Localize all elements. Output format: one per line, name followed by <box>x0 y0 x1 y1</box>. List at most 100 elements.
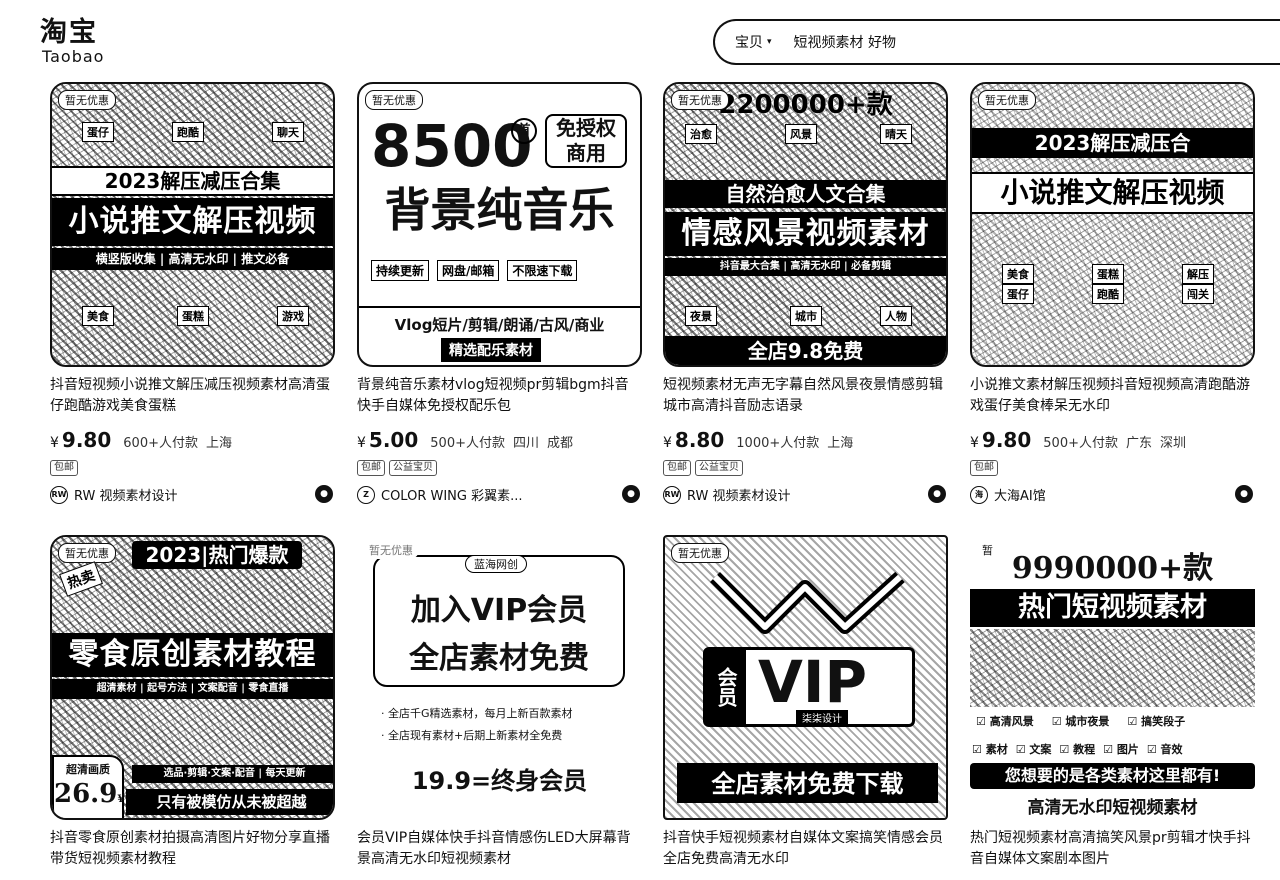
product-title[interactable]: 小说推文素材解压视频抖音短视频高清跑酷游戏蛋仔美食棒呆无水印 <box>970 375 1255 417</box>
thumb-badge: 网盘/邮箱 <box>437 260 500 281</box>
product-thumbnail[interactable]: 暂无优惠 8500 首 免授权商用 背景纯音乐 持续更新 网盘/邮箱 不限速下载… <box>357 82 642 367</box>
thumb-label: 美食 <box>82 306 114 326</box>
product-title[interactable]: 热门短视频素材高清搞笑风景pr剪辑才快手抖音自媒体文案剧本图片 <box>970 828 1255 870</box>
product-thumbnail[interactable]: 暂无优惠 蓝海网创 加入VIP会员 全店素材免费 · 全店千G精选素材，每月上新… <box>357 535 642 820</box>
tag: 包邮 <box>663 460 691 476</box>
thumb-headline: 小说推文解压视频 <box>972 172 1253 214</box>
product-thumbnail[interactable]: 暂无优惠 蛋仔 跑酷 聊天 2023解压减压合集 小说推文解压视频 横竖版收集 … <box>50 82 335 367</box>
logo-chinese: 淘宝 <box>40 17 98 48</box>
thumb-vip-box: 蓝海网创 加入VIP会员 全店素材免费 <box>373 555 625 687</box>
thumb-label: 跑酷 <box>172 122 204 142</box>
yen-symbol: ¥ <box>117 794 125 805</box>
thumb-check: ☑ 素材 <box>972 743 1008 756</box>
yen-symbol: ¥ <box>663 435 672 451</box>
thumb-badge: 不限速下载 <box>507 260 578 281</box>
price-row: ¥ 9.80 600+人付款 上海 <box>50 428 240 452</box>
thumb-checks2: ☑ 素材 ☑ 文案 ☑ 教程 ☑ 图片 ☑ 音效 <box>972 741 1183 757</box>
crown-icon <box>710 571 905 634</box>
thumb-check: 美食 <box>1002 264 1034 284</box>
tag: 公益宝贝 <box>695 460 743 476</box>
product-thumbnail[interactable]: 暂无优惠 2200000+款 治愈 风景 晴天 自然治愈人文合集 情感风景视频素… <box>663 82 948 367</box>
taobao-logo[interactable]: 淘宝 Taobao <box>40 18 120 66</box>
chat-icon[interactable]: ● <box>928 485 946 503</box>
product-thumbnail[interactable]: 暂无优惠 会员 VIP 柒柒设计 全店素材免费下载 <box>663 535 948 820</box>
thumb-design: 柒柒设计 <box>796 710 848 725</box>
chevron-down-icon: ▾ <box>767 37 772 47</box>
product-thumbnail[interactable]: 暂无优惠 2023解压减压合 小说推文解压视频 美食 蛋糕 解压 蛋仔 跑酷 闯… <box>970 82 1255 367</box>
search-type-dropdown[interactable]: 宝贝 ▾ <box>735 32 772 52</box>
tag-list: 包邮 <box>970 460 998 476</box>
thumb-vip-box: 会员 VIP 柒柒设计 <box>703 647 915 727</box>
yen-symbol: ¥ <box>357 435 366 451</box>
location: 四川 <box>513 436 540 451</box>
thumb-footer: 全店9.8免费 <box>665 336 946 365</box>
thumb-label: 人物 <box>880 306 912 326</box>
shop-logo-icon: RW <box>50 485 68 504</box>
location: 深圳 <box>1160 436 1187 451</box>
thumb-slogan: 您想要的是各类素材这里都有! <box>970 763 1255 789</box>
thumb-brand: 蓝海网创 <box>465 555 527 573</box>
promo-badge: 暂无优惠 <box>671 90 729 110</box>
thumb-check: 蛋仔 <box>1002 284 1034 304</box>
product-title[interactable]: 抖音短视频小说推文解压减压视频素材高清蛋仔跑酷游戏美食蛋糕 <box>50 375 335 417</box>
thumb-check: 跑酷 <box>1092 284 1124 304</box>
product-title[interactable]: 背景纯音乐素材vlog短视频pr剪辑bgm抖音快手自媒体免授权配乐包 <box>357 375 642 417</box>
thumb-footer: 精选配乐素材 <box>441 338 541 362</box>
thumb-check: ☑ 图片 <box>1103 743 1139 756</box>
chat-icon[interactable]: ● <box>622 485 640 503</box>
promo-badge: 暂 <box>976 541 999 559</box>
thumb-headline: 小说推文解压视频 <box>52 198 333 246</box>
shop-logo-icon: Z <box>357 485 375 504</box>
thumb-label: 游戏 <box>277 306 309 326</box>
yen-symbol: ¥ <box>50 435 59 451</box>
thumb-check: ☑ 音效 <box>1146 743 1183 756</box>
product-title[interactable]: 短视频素材无声无字幕自然风景夜景情感剪辑城市高清抖音励志语录 <box>663 375 948 417</box>
thumb-sub2: 抖音最大合集 | 高清无水印 | 必备剪辑 <box>665 258 946 276</box>
thumb-headline: 零食原创素材教程 <box>52 633 333 677</box>
shop-row[interactable]: RW RW 视频素材设计 ● <box>663 485 948 504</box>
tag-list: 包邮 公益宝贝 <box>357 460 437 476</box>
chat-icon[interactable]: ● <box>315 485 333 503</box>
shop-name[interactable]: COLOR WING 彩翼素... <box>381 485 523 504</box>
shop-row[interactable]: Z COLOR WING 彩翼素... ● <box>357 485 642 504</box>
product-thumbnail[interactable]: 暂 9990000+款 热门短视频素材 ☑ 高清风景 ☑ 城市夜景 ☑ 搞笑段子… <box>970 535 1255 820</box>
logo-english: Taobao <box>42 47 105 66</box>
thumb-year: 2023|热门爆款 <box>132 541 302 569</box>
search-input[interactable] <box>793 34 1154 50</box>
chat-icon[interactable]: ● <box>1235 485 1253 503</box>
yen-symbol: ¥ <box>970 435 979 451</box>
thumb-year: 2023解压减压合集 <box>52 166 333 196</box>
thumb-label: 夜景 <box>685 306 717 326</box>
thumb-types: Vlog短片/剪辑/朗诵/古风/商业 <box>359 306 640 335</box>
shop-row[interactable]: 海 大海AI馆 ● <box>970 485 1255 504</box>
thumb-label: 城市 <box>790 306 822 326</box>
thumb-label: 晴天 <box>880 124 912 144</box>
thumb-footer: 19.9=终身会员 <box>411 767 588 795</box>
shop-name[interactable]: RW 视频素材设计 <box>687 485 791 504</box>
shop-name[interactable]: RW 视频素材设计 <box>74 485 178 504</box>
location: 上海 <box>206 436 233 451</box>
tag: 包邮 <box>50 460 78 476</box>
tag-list: 包邮 <box>50 460 78 476</box>
product-title[interactable]: 抖音零食原创素材拍摄高清图片好物分享直播带货短视频素材教程 <box>50 828 335 870</box>
thumb-checks1: ☑ 高清风景 ☑ 城市夜景 ☑ 搞笑段子 <box>976 713 1185 729</box>
shop-logo-icon: RW <box>663 485 681 504</box>
product-title[interactable]: 抖音快手短视频素材自媒体文案搞笑情感会员全店免费高清无水印 <box>663 828 948 870</box>
thumb-check: ☑ 搞笑段子 <box>1127 715 1186 728</box>
sold-count: 600+人付款 <box>123 436 198 451</box>
promo-badge: 暂无优惠 <box>58 90 116 110</box>
promo-badge: 暂无优惠 <box>978 90 1036 110</box>
shop-row[interactable]: RW RW 视频素材设计 ● <box>50 485 335 504</box>
thumb-sub1: 自然治愈人文合集 <box>665 180 946 208</box>
sold-count: 1000+人付款 <box>736 436 820 451</box>
tag: 公益宝贝 <box>389 460 437 476</box>
thumb-sub: 超清素材 | 起号方法 | 文案配音 | 零食直播 <box>52 679 333 699</box>
thumb-check: ☑ 城市夜景 <box>1051 715 1110 728</box>
shop-name[interactable]: 大海AI馆 <box>994 485 1046 504</box>
product-thumbnail[interactable]: 暂无优惠 热卖 2023|热门爆款 零食原创素材教程 超清素材 | 起号方法 |… <box>50 535 335 820</box>
thumb-unit: 首 <box>511 118 537 144</box>
thumb-sub: 横竖版收集 | 高清无水印 | 推文必备 <box>52 248 333 270</box>
product-price: 5.00 <box>368 428 419 452</box>
promo-badge: 暂无优惠 <box>671 543 729 563</box>
product-title[interactable]: 会员VIP自媒体快手抖音情感伤LED大屏幕背景高清无水印短视频素材 <box>357 828 642 870</box>
